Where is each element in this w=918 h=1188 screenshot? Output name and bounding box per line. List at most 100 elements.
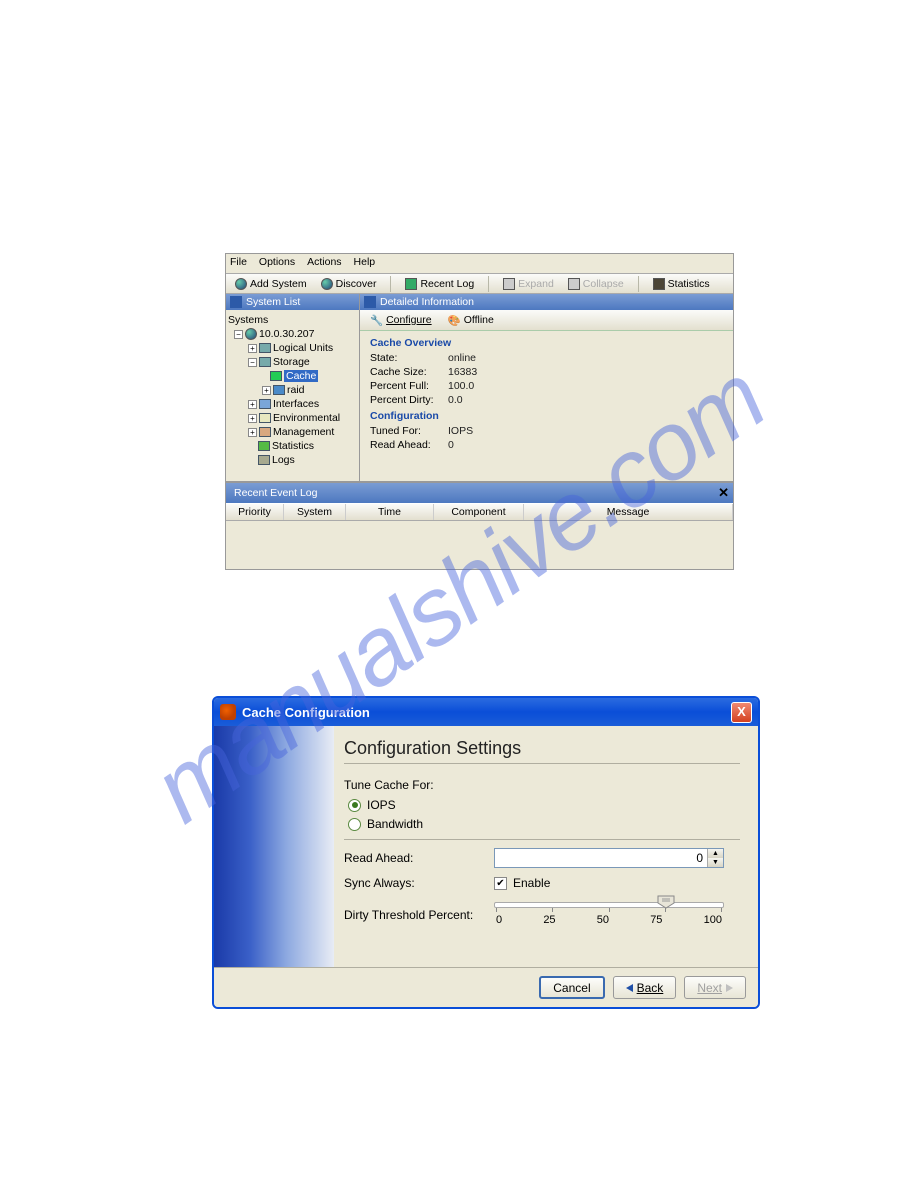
read-ahead-label: Read Ahead: (344, 851, 494, 865)
col-time[interactable]: Time (346, 504, 434, 520)
percent-dirty-label: Percent Dirty: (370, 394, 448, 408)
expand-icon[interactable]: + (248, 428, 257, 437)
dialog-titlebar: Cache Configuration X (214, 698, 758, 726)
menu-help[interactable]: Help (354, 256, 376, 273)
next-button: Next (684, 976, 746, 999)
event-log-columns: Priority System Time Component Message (226, 503, 733, 521)
close-button[interactable]: X (731, 702, 752, 723)
percent-full-label: Percent Full: (370, 380, 448, 394)
separator (390, 276, 391, 292)
cache-icon (270, 371, 282, 381)
raid-icon (273, 385, 285, 395)
add-system-button[interactable]: Add System (229, 275, 313, 293)
tree-logs[interactable]: Logs (228, 453, 357, 467)
menu-options[interactable]: Options (259, 256, 295, 273)
tuned-for-value: IOPS (448, 425, 473, 439)
recent-log-button[interactable]: Recent Log (399, 275, 480, 293)
configure-button[interactable]: 🔧 Configure (364, 311, 438, 330)
radio-iops[interactable]: IOPS (348, 798, 740, 812)
percent-full-value: 100.0 (448, 380, 474, 394)
arrow-left-icon (626, 984, 633, 992)
wrench-icon: 🔧 (370, 314, 383, 327)
tune-cache-label: Tune Cache For: (344, 778, 740, 792)
arrow-right-icon (726, 984, 733, 992)
detail-title: Detailed Information (360, 294, 733, 310)
logs-icon (258, 455, 270, 465)
sidebar-title: System List (226, 294, 359, 310)
dialog-footer: Cancel Back Next (214, 967, 758, 1007)
event-log-body (226, 521, 733, 566)
col-message[interactable]: Message (524, 504, 733, 520)
read-ahead-input[interactable] (495, 849, 707, 867)
globe-icon (235, 278, 247, 290)
tree-interfaces[interactable]: +Interfaces (228, 397, 357, 411)
expand-icon[interactable]: + (262, 386, 271, 395)
expand-button: Expand (497, 275, 560, 293)
sidebar: System List Systems −10.0.30.207 +Logica… (226, 294, 360, 481)
col-priority[interactable]: Priority (226, 504, 284, 520)
expand-icon[interactable]: + (248, 344, 257, 353)
interface-icon (259, 399, 271, 409)
tick-0: 0 (496, 914, 502, 926)
globe-icon (321, 278, 333, 290)
panel-icon (364, 296, 376, 308)
settings-heading: Configuration Settings (344, 738, 740, 764)
cache-config-dialog: Cache Configuration X Configuration Sett… (212, 696, 760, 1009)
cache-overview-header: Cache Overview (370, 337, 723, 349)
discover-button[interactable]: Discover (315, 275, 383, 293)
tree-ip[interactable]: −10.0.30.207 (228, 327, 357, 341)
tree: Systems −10.0.30.207 +Logical Units −Sto… (226, 310, 359, 481)
dirty-threshold-slider[interactable]: 0 25 50 75 100 (494, 898, 724, 926)
main-app-window: File Options Actions Help Add System Dis… (225, 253, 734, 570)
close-icon[interactable]: ✕ (718, 485, 729, 501)
sync-enable-checkbox[interactable]: ✔ (494, 877, 507, 890)
statistics-button[interactable]: Statistics (647, 275, 716, 293)
dialog-side-banner (214, 726, 334, 967)
radio-icon[interactable] (348, 818, 361, 831)
cache-size-value: 16383 (448, 366, 477, 380)
cancel-button[interactable]: Cancel (539, 976, 604, 999)
tuned-for-label: Tuned For: (370, 425, 448, 439)
percent-dirty-value: 0.0 (448, 394, 463, 408)
menu-file[interactable]: File (230, 256, 247, 273)
stats-icon (258, 441, 270, 451)
tree-logical-units[interactable]: +Logical Units (228, 341, 357, 355)
offline-button[interactable]: 🎨 Offline (442, 311, 500, 330)
menu-actions[interactable]: Actions (307, 256, 341, 273)
expand-icon[interactable]: + (248, 400, 257, 409)
cache-size-label: Cache Size: (370, 366, 448, 380)
log-icon (405, 278, 417, 290)
tick-75: 75 (650, 914, 662, 926)
tree-root[interactable]: Systems (228, 313, 357, 327)
collapse-icon[interactable]: − (234, 330, 243, 339)
tree-storage[interactable]: −Storage (228, 355, 357, 369)
tree-management[interactable]: +Management (228, 425, 357, 439)
tree-statistics[interactable]: Statistics (228, 439, 357, 453)
collapse-button: Collapse (562, 275, 630, 293)
back-button[interactable]: Back (613, 976, 677, 999)
slider-thumb-icon[interactable] (657, 895, 675, 909)
storage-icon (259, 357, 271, 367)
tick-25: 25 (543, 914, 555, 926)
collapse-icon[interactable]: − (248, 358, 257, 367)
java-icon (220, 704, 236, 720)
radio-bandwidth[interactable]: Bandwidth (348, 817, 740, 831)
toolbar: Add System Discover Recent Log Expand Co… (226, 273, 733, 294)
radio-icon[interactable] (348, 799, 361, 812)
tree-raid[interactable]: +raid (228, 383, 357, 397)
state-value: online (448, 352, 476, 366)
col-component[interactable]: Component (434, 504, 524, 520)
statistics-icon (653, 278, 665, 290)
tree-cache[interactable]: Cache (228, 369, 357, 383)
spinner-down-icon[interactable]: ▼ (708, 858, 723, 867)
spinner-up-icon[interactable]: ▲ (708, 849, 723, 858)
read-ahead-value: 0 (448, 439, 454, 453)
tree-environmental[interactable]: +Environmental (228, 411, 357, 425)
col-system[interactable]: System (284, 504, 346, 520)
read-ahead-spinner[interactable]: ▲ ▼ (494, 848, 724, 868)
configuration-header: Configuration (370, 410, 723, 422)
expand-icon[interactable]: + (248, 414, 257, 423)
separator (638, 276, 639, 292)
sync-enable-label: Enable (513, 876, 550, 890)
state-label: State: (370, 352, 448, 366)
